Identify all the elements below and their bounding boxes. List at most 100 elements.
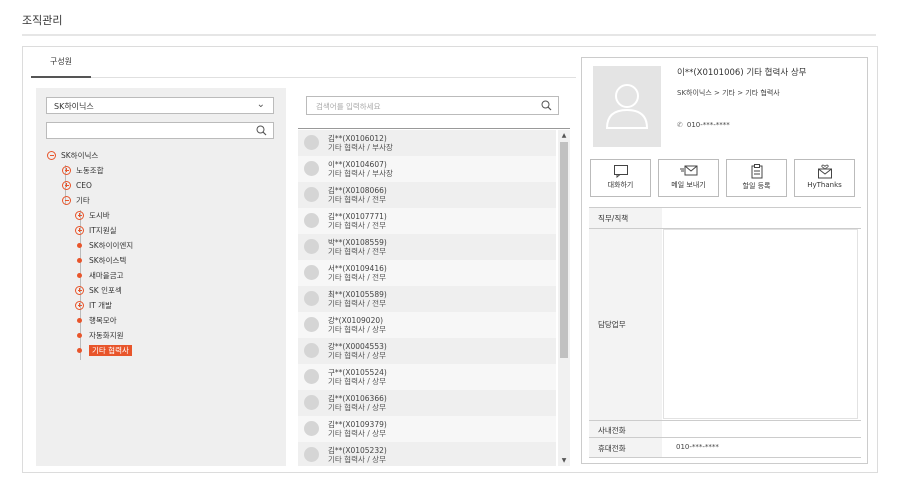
profile-phone-value: 010-***-**** (686, 121, 730, 129)
search-icon[interactable] (541, 100, 552, 113)
avatar (304, 135, 319, 150)
member-row[interactable]: 김**(X0109379) 기타 협력사 / 상무 (298, 416, 556, 442)
tree-node[interactable]: CEO (62, 179, 92, 192)
expand-plus-icon[interactable] (75, 285, 84, 295)
member-row[interactable]: 서**(X0109416) 기타 협력사 / 전무 (298, 260, 556, 286)
leaf-dot-icon (77, 257, 82, 263)
org-tree-panel (36, 88, 286, 466)
member-name: 김**(X0106012) (328, 134, 387, 143)
member-row[interactable]: 김**(X0108066) 기타 협력사 / 전무 (298, 182, 556, 208)
avatar (304, 395, 319, 410)
leaf-dot-icon (77, 242, 82, 248)
chat-button[interactable]: 대화하기 (590, 159, 651, 197)
member-role: 기타 협력사 / 부사장 (328, 169, 393, 178)
member-row[interactable]: 김**(X0106366) 기타 협력사 / 상무 (298, 390, 556, 416)
info-divider (589, 420, 861, 421)
title-divider (22, 34, 876, 36)
send-mail-button-label: 메일 보내기 (671, 181, 706, 189)
expand-plus-icon[interactable] (62, 180, 71, 190)
member-row[interactable]: 김**(X0107771) 기타 협력사 / 전무 (298, 208, 556, 234)
job-title-label: 직무/직책 (598, 214, 629, 223)
expand-plus-icon[interactable] (75, 300, 84, 310)
member-row[interactable]: 최**(X0105589) 기타 협력사 / 전무 (298, 286, 556, 312)
member-role: 기타 협력사 / 부사장 (328, 143, 393, 152)
member-name: 박**(X0108559) (328, 238, 387, 247)
member-role: 기타 협력사 / 상무 (328, 403, 386, 412)
clipboard-icon (751, 164, 762, 179)
member-name: 강*(X0109020) (328, 316, 384, 325)
scroll-down-arrow-icon[interactable]: ▼ (558, 457, 570, 464)
send-mail-button[interactable]: 메일 보내기 (658, 159, 719, 197)
member-row[interactable]: 강**(X0004553) 기타 협력사 / 상무 (298, 338, 556, 364)
tree-node[interactable]: IT 개발 (75, 299, 112, 312)
company-select[interactable]: SK하이닉스 ⌄ (46, 97, 274, 114)
tree-node[interactable]: 도시바 (75, 209, 110, 222)
member-list-scrollbar[interactable]: ▲ ▼ (558, 130, 570, 466)
tree-node[interactable]: SK하이닉스 (47, 149, 98, 162)
tree-node[interactable]: 새마을금고 (75, 269, 124, 282)
tree-node[interactable]: IT지원실 (75, 224, 117, 237)
expand-plus-icon[interactable] (62, 165, 71, 175)
tree-node-label: IT 개발 (89, 301, 112, 310)
heart-envelope-icon (817, 164, 832, 179)
tree-node[interactable]: SK 인포섹 (75, 284, 122, 297)
hythanks-button[interactable]: HyThanks (794, 159, 855, 197)
profile-phone: ✆ 010-***-**** (677, 121, 730, 129)
add-task-button-label: 할일 등록 (742, 182, 771, 190)
expand-plus-icon[interactable] (75, 210, 84, 220)
chevron-down-icon: ⌄ (256, 99, 265, 110)
tree-node[interactable]: SK하이스텍 (75, 254, 126, 267)
tree-node[interactable]: 자동화지원 (75, 329, 124, 342)
hythanks-button-label: HyThanks (807, 181, 842, 189)
leaf-dot-icon (77, 332, 82, 338)
avatar (304, 239, 319, 254)
member-name: 김**(X0109379) (328, 420, 387, 429)
tree-node[interactable]: 노동조합 (62, 164, 104, 177)
member-name: 서**(X0109416) (328, 264, 387, 273)
tree-node[interactable]: 기타 협력사 (75, 344, 132, 357)
member-row[interactable]: 강*(X0109020) 기타 협력사 / 상무 (298, 312, 556, 338)
collapse-minus-icon[interactable] (47, 150, 56, 160)
member-row[interactable]: 김**(X0105232) 기타 협력사 / 상무 (298, 442, 556, 466)
tab-baseline (31, 77, 576, 78)
collapse-minus-icon[interactable] (62, 195, 71, 205)
leaf-dot-icon (77, 317, 82, 323)
add-task-button[interactable]: 할일 등록 (726, 159, 787, 197)
chat-button-label: 대화하기 (607, 181, 634, 189)
duty-label: 담당업무 (598, 320, 626, 329)
scroll-up-arrow-icon[interactable]: ▲ (558, 132, 570, 139)
avatar (304, 343, 319, 358)
member-row[interactable]: 구**(X0105524) 기타 협력사 / 상무 (298, 364, 556, 390)
tree-node[interactable]: 행복모아 (75, 314, 117, 327)
tree-node-label: 기타 (76, 196, 90, 205)
mobile-phone-value: 010-***-**** (676, 443, 719, 451)
member-row[interactable]: 박**(X0108559) 기타 협력사 / 전무 (298, 234, 556, 260)
tree-node-label: SK하이이엔지 (89, 241, 134, 250)
member-search-input[interactable]: 검색어를 입력하세요 (306, 96, 559, 115)
info-divider (589, 207, 861, 208)
leaf-dot-icon (77, 347, 82, 353)
member-row[interactable]: 이**(X0104607) 기타 협력사 / 부사장 (298, 156, 556, 182)
phone-icon: ✆ (677, 121, 683, 129)
member-name: 강**(X0004553) (328, 342, 387, 351)
tree-search-input[interactable] (46, 122, 274, 139)
member-row[interactable]: 김**(X0106012) 기타 협력사 / 부사장 (298, 130, 556, 156)
member-role: 기타 협력사 / 상무 (328, 429, 386, 438)
tree-node-label: 기타 협력사 (89, 345, 132, 356)
tree-node[interactable]: 기타 (62, 194, 90, 207)
page-title: 조직관리 (22, 14, 63, 27)
member-role: 기타 협력사 / 상무 (328, 351, 386, 360)
scrollbar-thumb[interactable] (560, 142, 568, 358)
expand-plus-icon[interactable] (75, 225, 84, 235)
member-role: 기타 협력사 / 전무 (328, 221, 386, 230)
info-divider (589, 437, 861, 438)
avatar (304, 317, 319, 332)
avatar (304, 213, 319, 228)
info-divider (589, 457, 861, 458)
member-role: 기타 협력사 / 전무 (328, 195, 386, 204)
member-name: 이**(X0104607) (328, 160, 387, 169)
mail-icon (679, 165, 697, 176)
member-role: 기타 협력사 / 상무 (328, 377, 386, 386)
tree-node[interactable]: SK하이이엔지 (75, 239, 133, 252)
search-icon[interactable] (256, 125, 267, 138)
